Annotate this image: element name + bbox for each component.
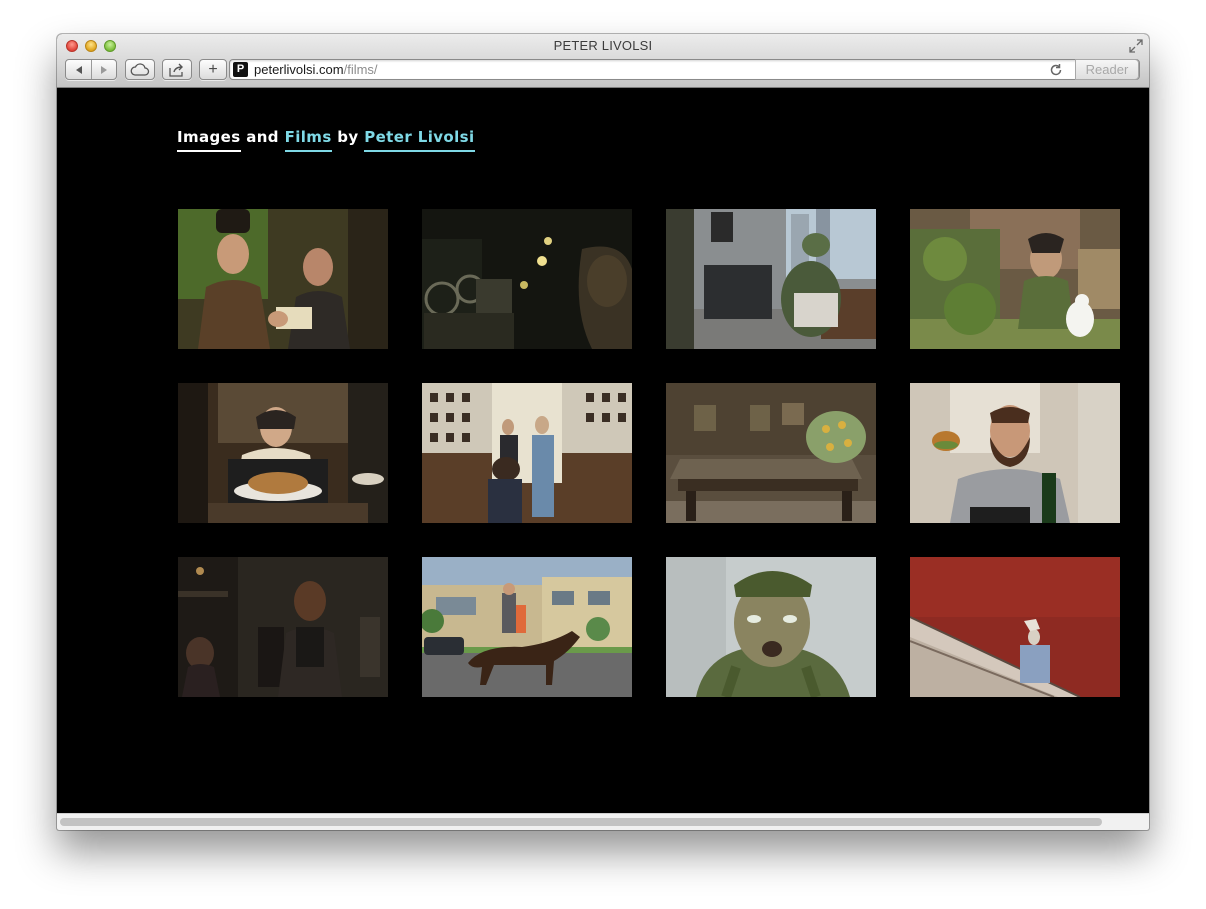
icloud-tabs-button[interactable] [125,59,155,80]
film-thumbnail[interactable] [666,209,876,349]
film-still-image [666,383,876,523]
films-link[interactable]: Films [284,128,332,152]
film-thumbnail[interactable] [666,383,876,523]
share-icon [169,63,183,77]
reader-button[interactable]: Reader [1075,59,1139,80]
back-forward-group [65,59,117,80]
film-thumbnail[interactable] [422,557,632,697]
page-content: Images and Films by Peter Livolsi [57,88,1149,814]
reload-icon[interactable] [1049,63,1063,77]
author-link[interactable]: Peter Livolsi [364,128,475,152]
film-still-image [910,557,1120,697]
film-thumbnail[interactable] [422,383,632,523]
film-thumbnail[interactable] [910,383,1120,523]
url-text[interactable]: peterlivolsi.com/films/ [254,62,378,77]
film-thumbnail[interactable] [910,557,1120,697]
film-thumbnail[interactable] [910,209,1120,349]
url-path: /films/ [343,62,378,77]
fullscreen-icon[interactable] [1128,38,1144,54]
film-still-image [178,209,388,349]
site-title: Images and Films by Peter Livolsi [177,128,475,152]
title-bar: PETER LIVOLSI + P peterlivolsi.com/films… [57,34,1149,88]
title-by-text: by [331,128,365,146]
url-domain: peterlivolsi.com [254,62,344,77]
back-button[interactable] [66,60,92,79]
film-still-image [910,383,1120,523]
film-still-image [422,209,632,349]
forward-arrow-icon [100,65,107,74]
film-still-image [178,383,388,523]
address-bar[interactable]: P peterlivolsi.com/films/ Reader [229,59,1140,80]
film-thumbnail[interactable] [178,383,388,523]
film-still-image [910,209,1120,349]
film-thumbnail[interactable] [422,209,632,349]
film-thumbnail[interactable] [178,557,388,697]
forward-button[interactable] [91,60,116,79]
film-still-image [666,557,876,697]
title-and-text: and [240,128,285,146]
share-button[interactable] [162,59,192,80]
film-thumbnail[interactable] [666,557,876,697]
film-still-image [666,209,876,349]
film-still-image [422,557,632,697]
browser-window: PETER LIVOLSI + P peterlivolsi.com/films… [57,34,1149,830]
cloud-icon [130,62,150,76]
film-still-image [178,557,388,697]
site-favicon: P [233,62,248,77]
film-still-image [422,383,632,523]
add-bookmark-button[interactable]: + [199,59,227,80]
scrollbar-thumb[interactable] [60,818,1102,826]
back-arrow-icon [75,65,82,74]
images-link[interactable]: Images [177,128,241,152]
film-thumbnail[interactable] [178,209,388,349]
window-title: PETER LIVOLSI [553,38,653,53]
horizontal-scrollbar[interactable] [57,813,1149,830]
